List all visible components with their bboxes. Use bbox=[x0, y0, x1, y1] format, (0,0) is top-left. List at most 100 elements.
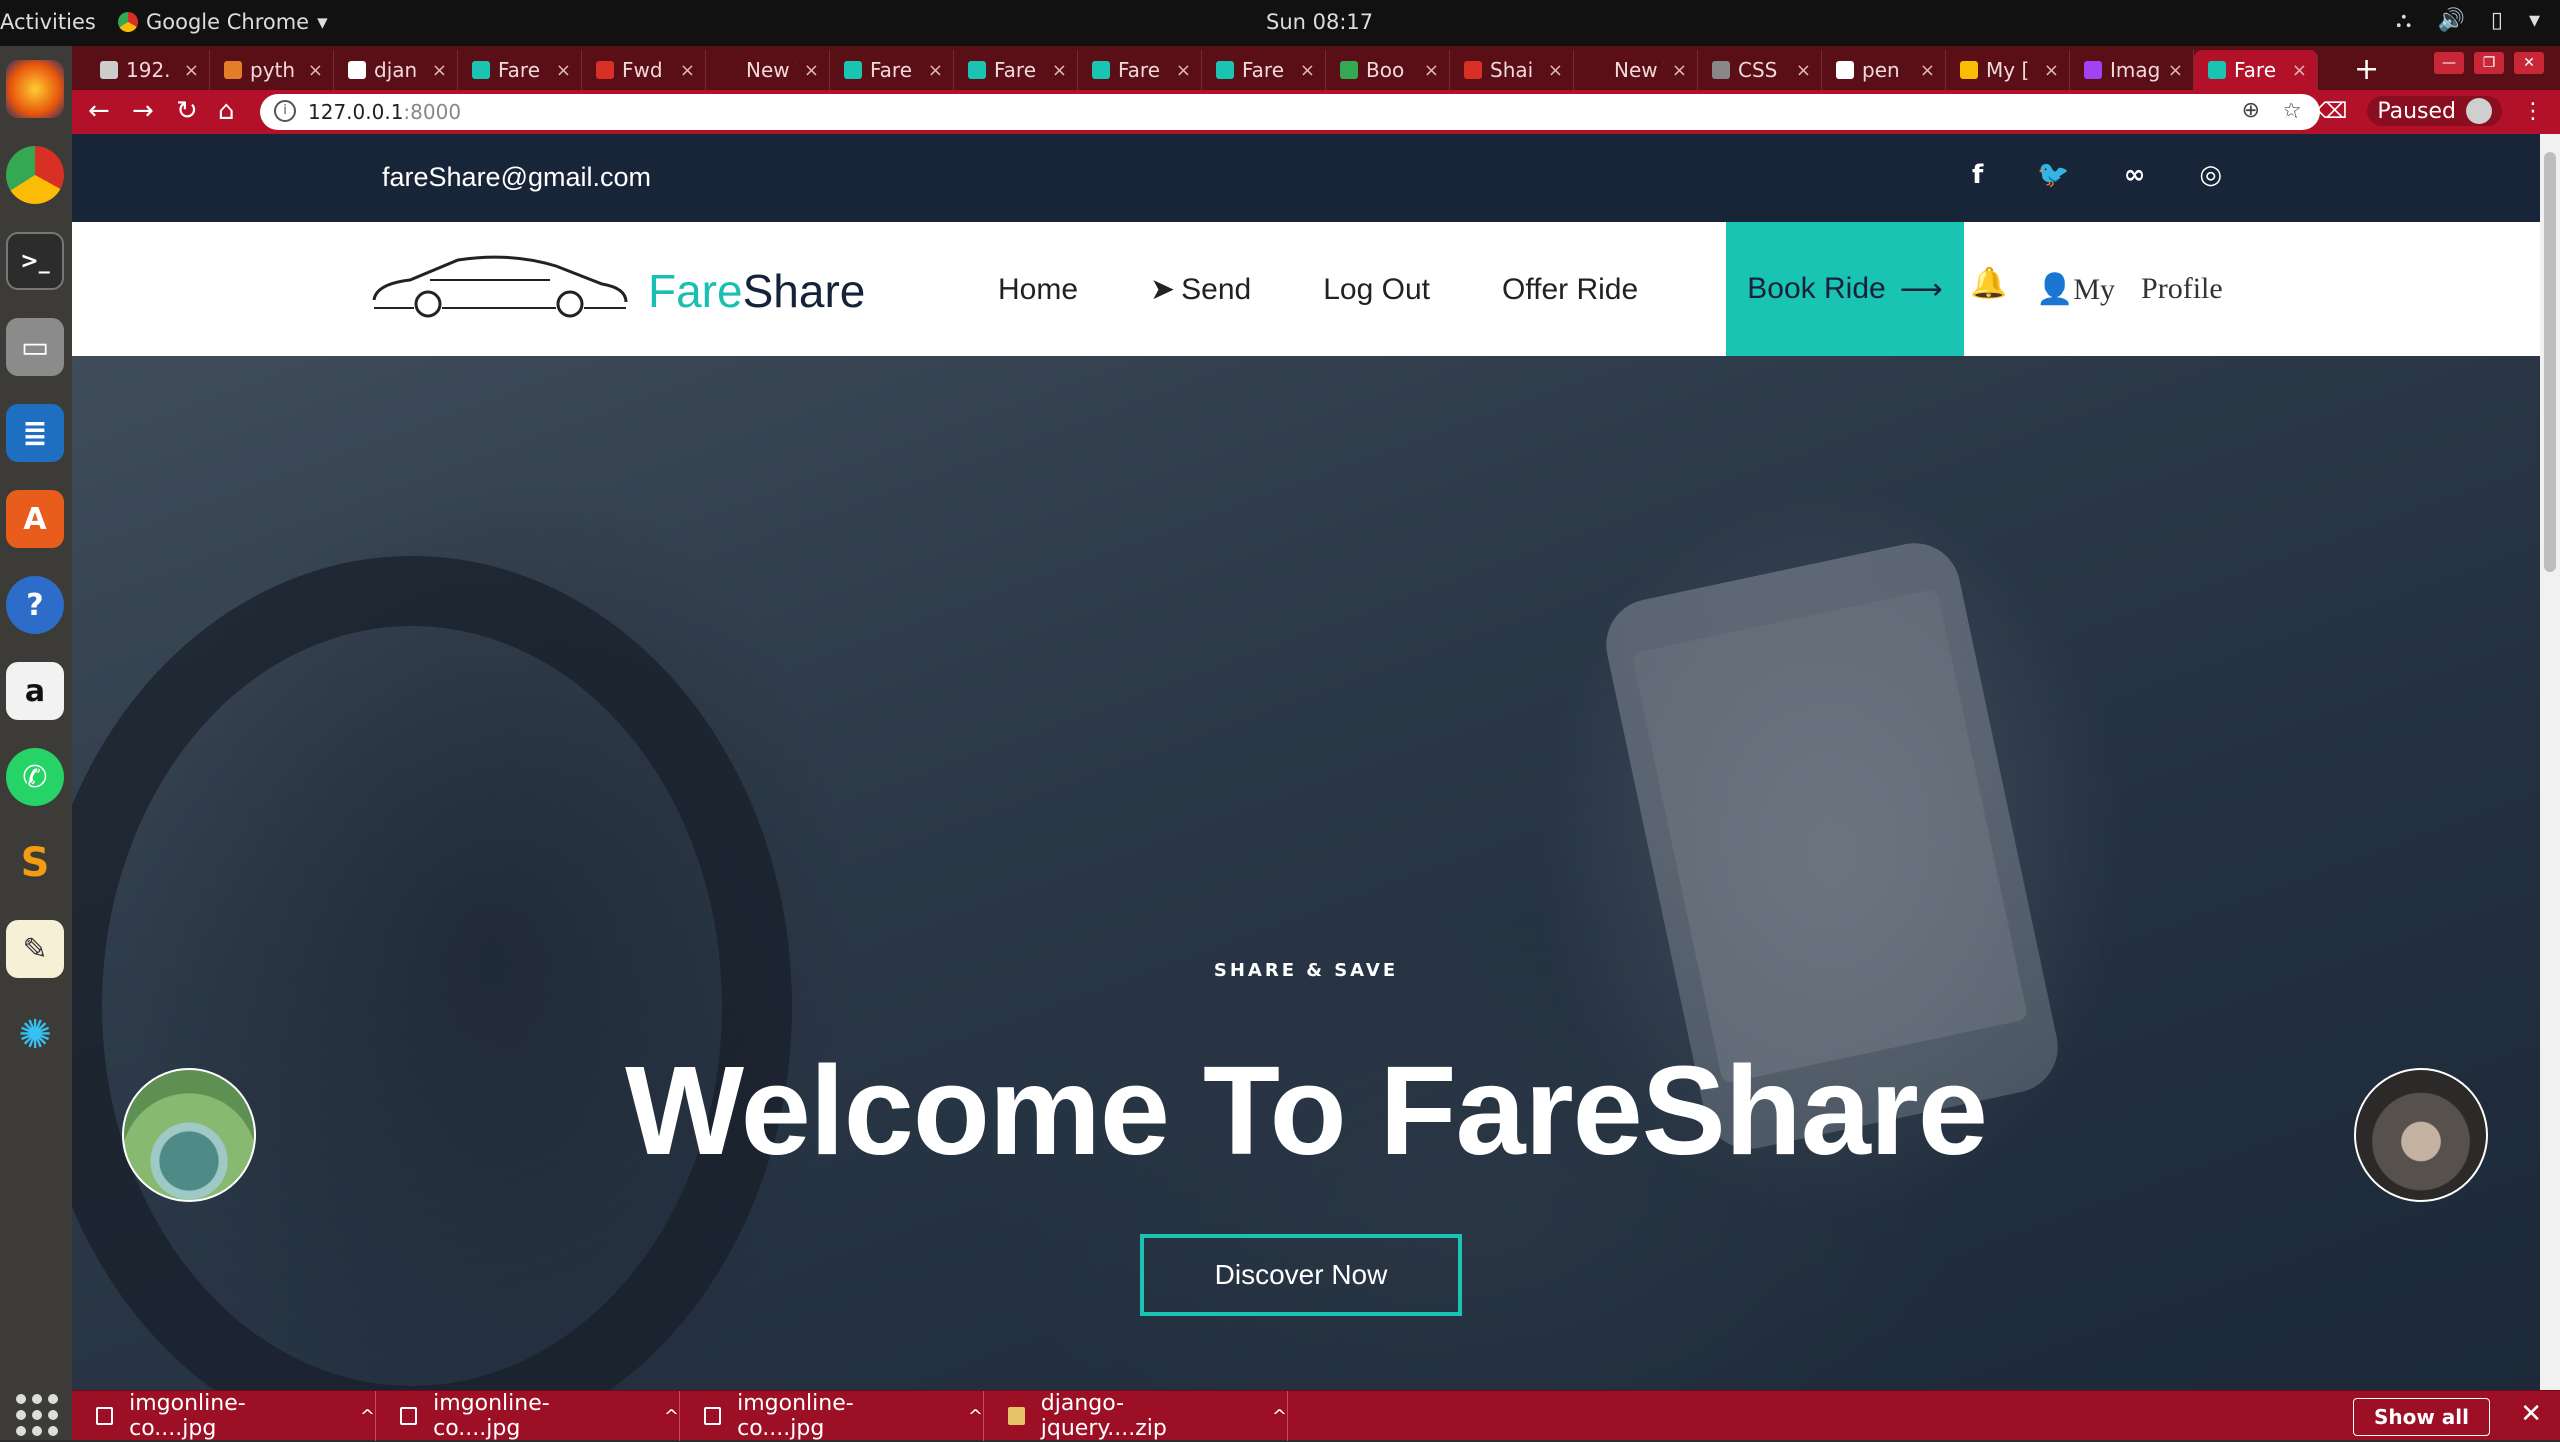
book-ride-button[interactable]: Book Ride ⟶ bbox=[1726, 222, 1964, 356]
tab-close-icon[interactable]: × bbox=[432, 60, 447, 81]
chevron-up-icon[interactable]: ^ bbox=[664, 1406, 679, 1427]
browser-tab[interactable]: pyth × bbox=[210, 50, 334, 90]
car-logo-icon[interactable] bbox=[370, 250, 630, 320]
tab-close-icon[interactable]: × bbox=[2292, 60, 2307, 81]
browser-tab[interactable]: Fare × bbox=[1202, 50, 1326, 90]
tab-close-icon[interactable]: × bbox=[308, 60, 323, 81]
brand-logo[interactable]: FareShare bbox=[648, 264, 865, 318]
tab-favicon-icon bbox=[1216, 61, 1234, 79]
text-editor-icon[interactable]: ✎ bbox=[6, 920, 64, 978]
tab-close-icon[interactable]: × bbox=[1548, 60, 1563, 81]
twitter-icon[interactable]: 🐦 bbox=[2037, 160, 2069, 190]
instagram-icon[interactable]: ◎ bbox=[2199, 160, 2222, 190]
tab-close-icon[interactable]: × bbox=[804, 60, 819, 81]
nav-send[interactable]: ➤ Send bbox=[1150, 272, 1251, 307]
slider-prev-thumbnail[interactable] bbox=[122, 1068, 256, 1202]
system-tray[interactable]: ⛬ 🔊 ▯ ▾ bbox=[2396, 8, 2540, 33]
reload-icon[interactable]: ↻ bbox=[176, 96, 198, 126]
nav-my-profile[interactable]: 👤My Profile bbox=[2036, 272, 2223, 307]
page-scrollbar[interactable] bbox=[2540, 134, 2560, 1390]
download-filename: imgonline-co....jpg bbox=[737, 1391, 854, 1441]
tab-close-icon[interactable]: × bbox=[680, 60, 695, 81]
browser-tab[interactable]: pen × bbox=[1822, 50, 1946, 90]
help-icon[interactable]: ? bbox=[6, 576, 64, 634]
browser-tab[interactable]: Fare × bbox=[2194, 50, 2318, 90]
tab-close-icon[interactable]: × bbox=[184, 60, 199, 81]
discover-now-button[interactable]: Discover Now bbox=[1140, 1234, 1462, 1316]
download-filename: imgonline-co....jpg bbox=[129, 1391, 246, 1441]
browser-tab[interactable]: Fare × bbox=[830, 50, 954, 90]
terminal-icon[interactable]: >_ bbox=[6, 232, 64, 290]
browser-tab[interactable]: Shai × bbox=[1450, 50, 1574, 90]
browser-tab[interactable]: Fare × bbox=[954, 50, 1078, 90]
app-menu[interactable]: Google Chrome ▾ bbox=[118, 10, 328, 34]
sublime-text-icon[interactable]: S bbox=[6, 834, 64, 892]
profile-paused-button[interactable]: Paused bbox=[2367, 96, 2502, 126]
slider-next-thumbnail[interactable] bbox=[2354, 1068, 2488, 1202]
whatsapp-icon[interactable]: ✆ bbox=[6, 748, 64, 806]
contact-email[interactable]: fareShare@gmail.com bbox=[382, 162, 651, 193]
tab-close-icon[interactable]: × bbox=[2044, 60, 2059, 81]
download-item[interactable]: django-jquery....zip ^ bbox=[984, 1391, 1288, 1441]
chrome-icon[interactable] bbox=[6, 146, 64, 204]
writer-icon[interactable]: ≣ bbox=[6, 404, 64, 462]
browser-tab[interactable]: djan × bbox=[334, 50, 458, 90]
tab-close-icon[interactable]: × bbox=[1176, 60, 1191, 81]
browser-tab[interactable]: CSS × bbox=[1698, 50, 1822, 90]
tab-close-icon[interactable]: × bbox=[2168, 60, 2183, 81]
nav-home[interactable]: Home bbox=[998, 272, 1078, 307]
files-icon[interactable]: ▭ bbox=[6, 318, 64, 376]
minimize-icon[interactable]: — bbox=[2434, 52, 2464, 74]
chevron-up-icon[interactable]: ^ bbox=[1272, 1406, 1287, 1427]
activities-button[interactable]: Activities bbox=[0, 10, 96, 34]
download-item[interactable]: imgonline-co....jpg ^ bbox=[680, 1391, 984, 1441]
bell-icon[interactable]: 🔔 bbox=[1970, 266, 2007, 301]
close-icon[interactable]: ✕ bbox=[2520, 1399, 2542, 1429]
tripadvisor-icon[interactable]: ∞ bbox=[2124, 160, 2146, 190]
browser-tab[interactable]: My [× bbox=[1946, 50, 2070, 90]
menu-kebab-icon[interactable]: ⋮ bbox=[2522, 99, 2544, 124]
extension-icon-2[interactable]: ⌫ bbox=[2316, 99, 2347, 124]
nav-offer-ride[interactable]: Offer Ride bbox=[1502, 272, 1638, 307]
show-all-downloads-button[interactable]: Show all bbox=[2352, 1398, 2490, 1436]
browser-tab[interactable]: New Tal × bbox=[706, 50, 830, 90]
new-tab-button[interactable]: + bbox=[2354, 52, 2379, 87]
tab-close-icon[interactable]: × bbox=[1672, 60, 1687, 81]
browser-tab[interactable]: 192. × bbox=[86, 50, 210, 90]
chevron-up-icon[interactable]: ^ bbox=[968, 1406, 983, 1427]
tab-close-icon[interactable]: × bbox=[1424, 60, 1439, 81]
scrollbar-thumb[interactable] bbox=[2544, 152, 2556, 572]
tab-close-icon[interactable]: × bbox=[928, 60, 943, 81]
info-icon[interactable]: i bbox=[274, 100, 296, 122]
chevron-up-icon[interactable]: ^ bbox=[360, 1406, 375, 1427]
clock[interactable]: Sun 08:17 bbox=[1266, 10, 1373, 34]
tab-close-icon[interactable]: × bbox=[1052, 60, 1067, 81]
download-item[interactable]: imgonline-co....jpg ^ bbox=[376, 1391, 680, 1441]
back-icon[interactable]: ← bbox=[88, 96, 110, 126]
browser-tab[interactable]: Fwd × bbox=[582, 50, 706, 90]
home-icon[interactable]: ⌂ bbox=[218, 96, 235, 126]
tab-close-icon[interactable]: × bbox=[1796, 60, 1811, 81]
browser-tab[interactable]: Boo × bbox=[1326, 50, 1450, 90]
show-applications-icon[interactable] bbox=[8, 1386, 64, 1442]
maximize-icon[interactable]: ❐ bbox=[2474, 52, 2504, 74]
close-icon[interactable]: ✕ bbox=[2514, 52, 2544, 74]
extension-icon[interactable]: C bbox=[2281, 99, 2296, 124]
facebook-icon[interactable]: f bbox=[1972, 160, 1983, 190]
nav-logout[interactable]: Log Out bbox=[1323, 272, 1430, 307]
tab-close-icon[interactable]: × bbox=[556, 60, 571, 81]
zoom-icon[interactable]: ⊕ bbox=[2242, 98, 2260, 123]
amazon-icon[interactable]: a bbox=[6, 662, 64, 720]
firefox-icon[interactable] bbox=[6, 60, 64, 118]
software-center-icon[interactable]: A bbox=[6, 490, 64, 548]
browser-tab[interactable]: Imag × bbox=[2070, 50, 2194, 90]
browser-tab[interactable]: New Tal × bbox=[1574, 50, 1698, 90]
forward-icon[interactable]: → bbox=[132, 96, 154, 126]
browser-tab[interactable]: Fare × bbox=[1078, 50, 1202, 90]
browser-tab[interactable]: Fare × bbox=[458, 50, 582, 90]
tab-close-icon[interactable]: × bbox=[1300, 60, 1315, 81]
tab-close-icon[interactable]: × bbox=[1920, 60, 1935, 81]
address-bar[interactable]: i 127.0.0.1:8000 ⊕ ☆ bbox=[260, 94, 2320, 130]
settings-icon[interactable]: ✺ bbox=[6, 1006, 64, 1064]
download-item[interactable]: imgonline-co....jpg ^ bbox=[72, 1391, 376, 1441]
